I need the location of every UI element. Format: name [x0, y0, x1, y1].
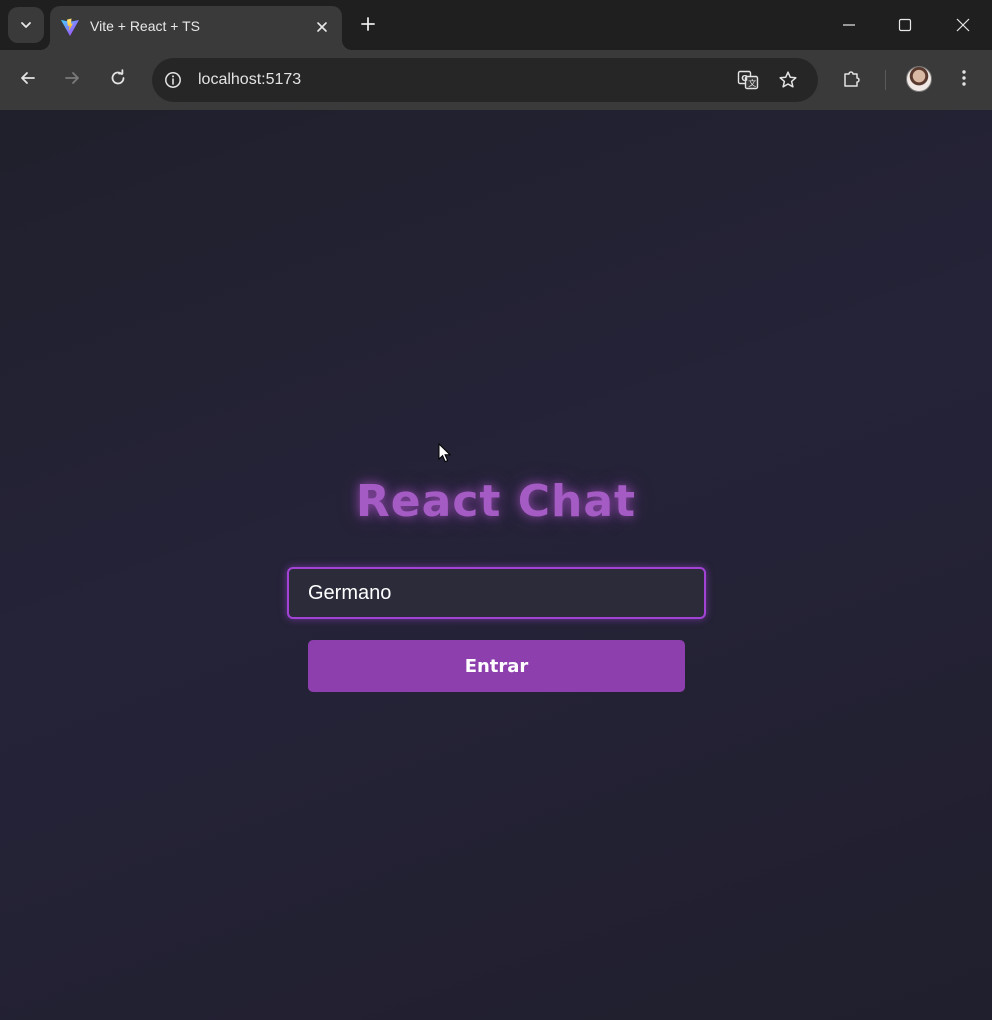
arrow-left-icon: [21, 72, 35, 84]
close-icon: [956, 18, 970, 32]
reload-button[interactable]: [104, 64, 132, 92]
extensions-button[interactable]: [838, 64, 866, 92]
chevron-down-icon: [21, 22, 31, 28]
tab-title: Vite + React + TS: [90, 18, 200, 34]
tab-search-button[interactable]: [8, 7, 44, 43]
close-icon: [317, 22, 327, 32]
window-minimize-button[interactable]: [820, 0, 878, 50]
back-button[interactable]: [14, 64, 42, 92]
site-info-button[interactable]: [162, 69, 184, 91]
plus-icon: [361, 17, 375, 31]
star-icon: [779, 71, 797, 88]
username-input[interactable]: [287, 567, 706, 619]
page-title: React Chat: [355, 476, 637, 527]
enter-button-label: Entrar: [464, 655, 529, 677]
profile-avatar[interactable]: [906, 66, 932, 92]
url-text: localhost:5173: [198, 71, 302, 88]
puzzle-icon: [844, 71, 860, 87]
reload-icon: [111, 69, 125, 85]
svg-text:G: G: [741, 74, 748, 83]
enter-button[interactable]: Entrar: [308, 640, 685, 692]
info-icon: [165, 72, 181, 88]
tab-close-button[interactable]: [312, 17, 332, 37]
arrow-right-icon: [65, 72, 79, 84]
browser-menu-button[interactable]: [952, 64, 976, 92]
browser-toolbar: localhost:5173 G 文: [0, 50, 992, 110]
toolbar-divider: [885, 70, 886, 90]
kebab-menu-icon: [962, 70, 966, 86]
svg-text:文: 文: [748, 78, 756, 88]
page-viewport: React Chat Entrar: [0, 110, 992, 1020]
minimize-icon: [843, 24, 855, 26]
vite-icon: [61, 18, 79, 36]
maximize-icon: [898, 18, 912, 32]
translate-button[interactable]: G 文: [736, 68, 760, 92]
window-maximize-button[interactable]: [876, 0, 934, 50]
new-tab-button[interactable]: [356, 12, 380, 36]
browser-tabstrip: Vite + React + TS: [0, 0, 992, 50]
address-bar[interactable]: localhost:5173 G 文: [152, 58, 818, 102]
forward-button[interactable]: [58, 64, 86, 92]
translate-icon: G 文: [737, 70, 759, 90]
tab-active[interactable]: Vite + React + TS: [40, 6, 352, 50]
window-close-button[interactable]: [934, 0, 992, 50]
bookmark-button[interactable]: [776, 68, 800, 92]
mouse-cursor-icon: [438, 443, 452, 463]
